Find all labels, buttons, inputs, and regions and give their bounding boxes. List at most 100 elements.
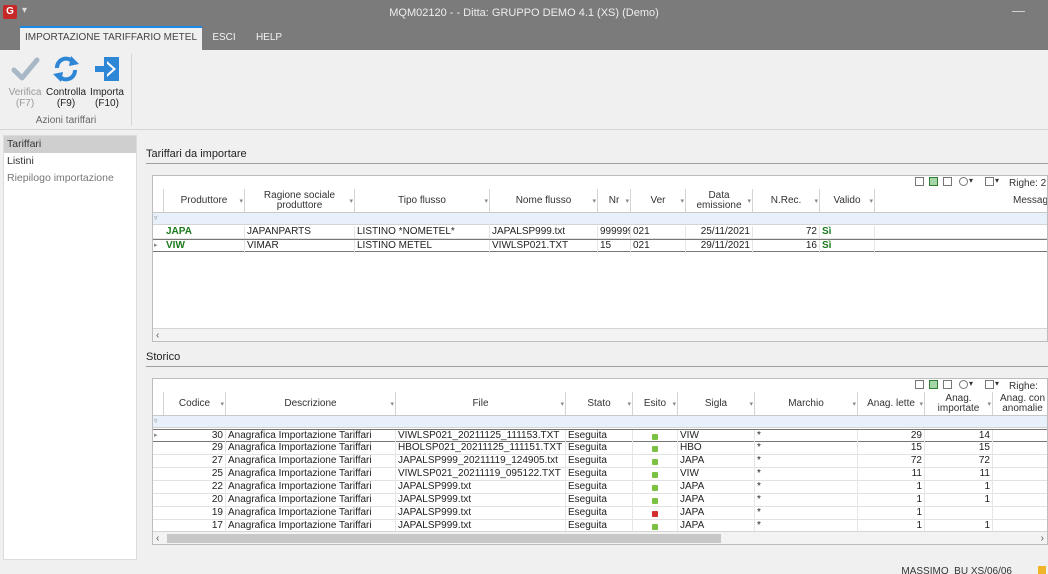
cell-stato[interactable]: Eseguita [566,507,633,520]
cell-messaggio[interactable] [875,240,1047,253]
cell-file[interactable]: HBOLSP021_20211125_111151.TXT [396,442,566,455]
cell-descrizione[interactable]: Anagrafica Importazione Tariffari [226,468,396,481]
minimize-button[interactable]: — [1012,3,1025,18]
print-icon[interactable] [943,177,952,186]
cell-sigla[interactable]: VIW [678,468,755,481]
cell-importate[interactable]: 11 [925,468,993,481]
cell-importate[interactable]: 72 [925,455,993,468]
header-ver[interactable]: Ver ▾ [631,189,686,212]
cell-data[interactable]: 25/11/2021 [686,226,753,239]
cell-marchio[interactable]: * [755,442,858,455]
cell-marchio[interactable]: * [755,468,858,481]
cell-nr[interactable]: 999999 [598,226,631,239]
cell-sigla[interactable]: JAPA [678,455,755,468]
cell-codice[interactable]: 29 [164,442,226,455]
cell-marchio[interactable]: * [755,455,858,468]
cell-tipo[interactable]: LISTINO METEL [355,240,490,253]
cell-nr[interactable]: 15 [598,240,631,253]
cell-valido[interactable]: Sì [820,226,875,239]
excel-export-icon[interactable] [929,380,938,389]
header-file[interactable]: File ▾ [396,392,566,415]
cell-anomalie[interactable] [993,468,1047,481]
header-nrec[interactable]: N.Rec. ▾ [753,189,820,212]
cell-esito[interactable] [633,494,678,507]
cell-anomalie[interactable] [993,481,1047,494]
excel-export-icon[interactable] [929,177,938,186]
cell-produttore[interactable]: VIW [164,240,245,253]
header-produttore[interactable]: Produttore ▾ [164,189,245,212]
header-codice[interactable]: Codice ▾ [164,392,226,415]
cell-ver[interactable]: 021 [631,226,686,239]
header-stato[interactable]: Stato ▾ [566,392,633,415]
header-marchio[interactable]: Marchio ▾ [755,392,858,415]
table-row[interactable]: 27 Anagrafica Importazione Tariffari JAPAL… [153,455,1047,468]
header-anag-importate[interactable]: Anag. importate ▾ [925,392,993,415]
cell-importate[interactable] [925,507,993,520]
table-row[interactable]: JAPA JAPANPARTS LISTINO *NOMETEL* JAPALSP99… [153,226,1047,239]
search-dropdown-icon[interactable]: ▾ [969,379,973,388]
cell-anomalie[interactable] [993,494,1047,507]
cell-produttore[interactable]: JAPA [164,226,245,239]
cell-marchio[interactable]: * [755,494,858,507]
verifica-button[interactable]: Verifica (F7) [6,54,44,109]
cell-esito[interactable] [633,507,678,520]
cell-descrizione[interactable]: Anagrafica Importazione Tariffari [226,442,396,455]
cell-codice[interactable]: 20 [164,494,226,507]
cell-sigla[interactable]: JAPA [678,481,755,494]
cell-stato[interactable]: Eseguita [566,494,633,507]
cell-data[interactable]: 29/11/2021 [686,240,753,253]
controlla-button[interactable]: Controlla (F9) [44,54,88,109]
cell-lette[interactable]: 15 [858,442,925,455]
tab-importazione[interactable]: IMPORTAZIONE TARIFFARIO METEL [20,26,202,50]
tab-help[interactable]: HELP [250,26,288,50]
cell-file[interactable]: JAPALSP999_20211119_124905.txt [396,455,566,468]
cell-file[interactable]: JAPALSP999.txt [396,494,566,507]
header-anag-lette[interactable]: Anag. lette ▾ [858,392,925,415]
filter-dropdown-icon[interactable]: ▾ [995,379,999,388]
cell-ragione[interactable]: JAPANPARTS [245,226,355,239]
cell-esito[interactable] [633,468,678,481]
cell-codice[interactable]: 19 [164,507,226,520]
header-nr[interactable]: Nr ▾ [598,189,631,212]
cell-anomalie[interactable] [993,455,1047,468]
cell-marchio[interactable]: * [755,507,858,520]
cell-lette[interactable]: 1 [858,507,925,520]
cell-stato[interactable]: Eseguita [566,481,633,494]
cell-nome[interactable]: VIWLSP021.TXT [490,240,598,253]
header-descrizione[interactable]: Descrizione ▾ [226,392,396,415]
cell-stato[interactable]: Eseguita [566,455,633,468]
cell-tipo[interactable]: LISTINO *NOMETEL* [355,226,490,239]
grid-columns-icon[interactable] [915,380,924,389]
tab-esci[interactable]: ESCI [206,26,242,50]
cell-importate[interactable]: 1 [925,494,993,507]
cell-valido[interactable]: Sì [820,240,875,253]
search-dropdown-icon[interactable]: ▾ [969,176,973,185]
filter-dropdown-icon[interactable]: ▾ [995,176,999,185]
table-row[interactable]: ▸ VIW VIMAR LISTINO METEL VIWLSP021.TXT 15 021… [153,239,1047,253]
cell-descrizione[interactable]: Anagrafica Importazione Tariffari [226,481,396,494]
table-row[interactable]: ▸ 30 Anagrafica Importazione Tariffari VIWL… [153,429,1047,443]
nav-item-listini[interactable]: Listini [4,153,136,170]
header-valido[interactable]: Valido ▾ [820,189,875,212]
filter-icon[interactable] [985,380,994,389]
cell-file[interactable]: JAPALSP999.txt [396,481,566,494]
filter-icon[interactable] [985,177,994,186]
filter-row[interactable]: ▿ [153,213,1047,225]
cell-ver[interactable]: 021 [631,240,686,253]
cell-codice[interactable]: 25 [164,468,226,481]
horizontal-scrollbar[interactable]: ‹ [153,328,1047,341]
cell-lette[interactable]: 1 [858,481,925,494]
header-sigla[interactable]: Sigla ▾ [678,392,755,415]
cell-sigla[interactable]: HBO [678,442,755,455]
table-row[interactable]: 25 Anagrafica Importazione Tariffari VIWLS… [153,468,1047,481]
horizontal-scrollbar[interactable]: ‹ › [153,531,1047,544]
cell-sigla[interactable]: JAPA [678,494,755,507]
cell-esito[interactable] [633,455,678,468]
cell-importate[interactable]: 1 [925,481,993,494]
header-tipo-flusso[interactable]: Tipo flusso ▾ [355,189,490,212]
cell-stato[interactable]: Eseguita [566,468,633,481]
cell-lette[interactable]: 1 [858,494,925,507]
cell-anomalie[interactable] [993,507,1047,520]
cell-nome[interactable]: JAPALSP999.txt [490,226,598,239]
header-esito[interactable]: Esito ▾ [633,392,678,415]
